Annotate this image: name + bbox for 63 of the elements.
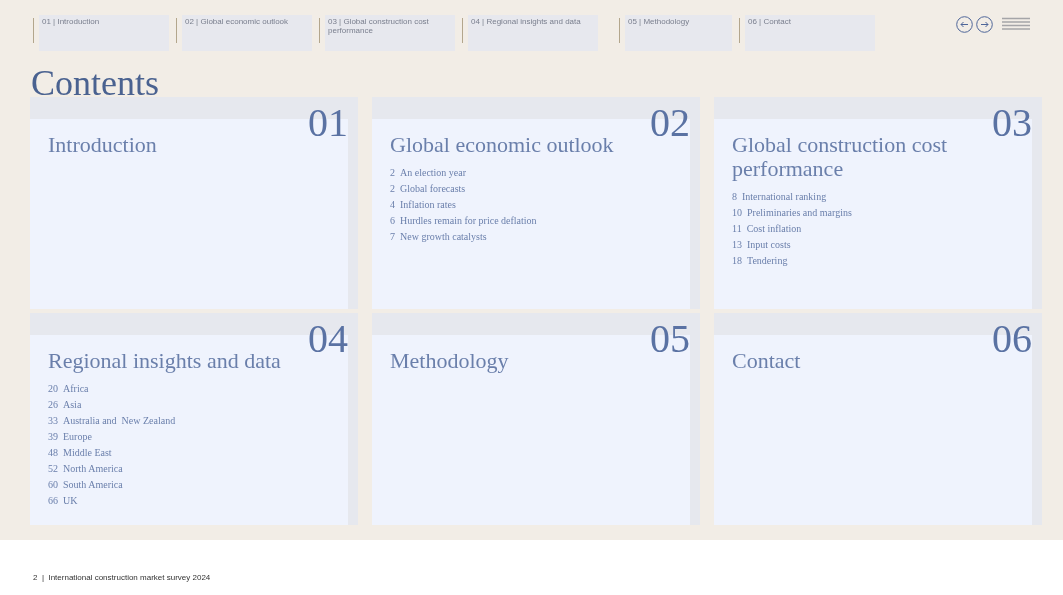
page-number: 2	[390, 182, 396, 196]
page-number: 52	[48, 462, 59, 476]
contents-link[interactable]: North America	[63, 461, 123, 477]
footer-text: 2 | International construction market survey 2024	[33, 572, 211, 584]
section-card[interactable]: Regional insights and data 20 Africa 26 Asia 33 Australia and New Zealand 39 Europe 48 Middle East 52 North America 60 South America 66 UK 04	[30, 313, 358, 525]
section-tab[interactable]: 01 | Introduction	[39, 15, 169, 51]
section-number: 01	[308, 103, 348, 143]
section-heading: Introduction	[48, 133, 157, 157]
section-tab[interactable]: 02 | Global economic outlook	[182, 15, 312, 51]
page-number: 13	[732, 238, 743, 252]
page-number: 2	[390, 166, 396, 180]
forward-button[interactable]	[976, 16, 993, 33]
page-number: 60	[48, 478, 59, 492]
contents-link[interactable]: Hurdles remain for price deflation	[400, 213, 537, 229]
section-heading: Contact	[732, 349, 801, 373]
page-number: 8	[732, 190, 738, 204]
section-card[interactable]: Introduction 01	[30, 97, 358, 309]
page-number: 26	[48, 398, 59, 412]
contents-link[interactable]: Preliminaries and margins	[747, 205, 852, 221]
contents-link[interactable]: Global forecasts	[400, 181, 466, 197]
section-number: 02	[650, 103, 690, 143]
contents-link[interactable]: South America	[63, 477, 123, 493]
contents-link[interactable]: Cost inflation	[746, 221, 802, 237]
contents-link[interactable]: Inflation rates	[400, 197, 456, 213]
section-heading: Methodology	[390, 349, 509, 373]
section-number: 03	[992, 103, 1032, 143]
section-card[interactable]: Global economic outlook 2 An election year 2 Global forecasts 4 Inflation rates 6 Hurdles remain for price deflation 7 New growth catalysts 02	[372, 97, 700, 309]
section-tab[interactable]: 06 | Contact	[745, 15, 875, 51]
page-number: 33	[48, 414, 59, 428]
page-number: 4	[390, 198, 396, 212]
contents-link[interactable]: International ranking	[742, 189, 827, 205]
back-button[interactable]	[956, 16, 973, 33]
contents-link[interactable]: Australia and New Zealand	[63, 413, 176, 429]
page-number: 48	[48, 446, 59, 460]
page-number: 66	[48, 494, 59, 508]
section-number: 04	[308, 319, 348, 359]
section-tab[interactable]: 05 | Methodology	[625, 15, 732, 51]
contents-link[interactable]: Asia	[63, 397, 82, 413]
contents-link[interactable]: Europe	[63, 429, 92, 445]
contents-link[interactable]: Tendering	[747, 253, 788, 269]
page-number: 39	[48, 430, 59, 444]
page-number: 6	[390, 214, 396, 228]
section-number: 05	[650, 319, 690, 359]
page-number: 10	[732, 206, 743, 220]
page-number: 7	[390, 230, 396, 244]
contents-link[interactable]: UK	[63, 493, 78, 509]
page-number: 20	[48, 382, 59, 396]
contents-link[interactable]: Input costs	[747, 237, 791, 253]
section-tab[interactable]: 04 | Regional insights and data	[468, 15, 598, 51]
section-heading: Global construction cost performance	[732, 133, 949, 181]
section-tab[interactable]: 03 | Global construction cost performance	[325, 15, 455, 51]
contents-link[interactable]: An election year	[400, 165, 467, 181]
section-number: 06	[992, 319, 1032, 359]
contents-link[interactable]: New growth catalysts	[400, 229, 487, 245]
contents-link[interactable]: Middle East	[63, 445, 112, 461]
section-card[interactable]: Methodology 05	[372, 313, 700, 525]
page-number: 18	[732, 254, 743, 268]
page-number: 11	[732, 222, 743, 236]
section-heading: Global economic outlook	[390, 133, 614, 157]
contents-link[interactable]: Africa	[63, 381, 89, 397]
section-heading: Regional insights and data	[48, 349, 281, 373]
section-card[interactable]: Contact 06	[714, 313, 1042, 525]
section-card[interactable]: Global construction cost performance 8 International ranking 10 Preliminaries and margins 11 Cost inflation 13 Input costs 18 Tendering 03	[714, 97, 1042, 309]
